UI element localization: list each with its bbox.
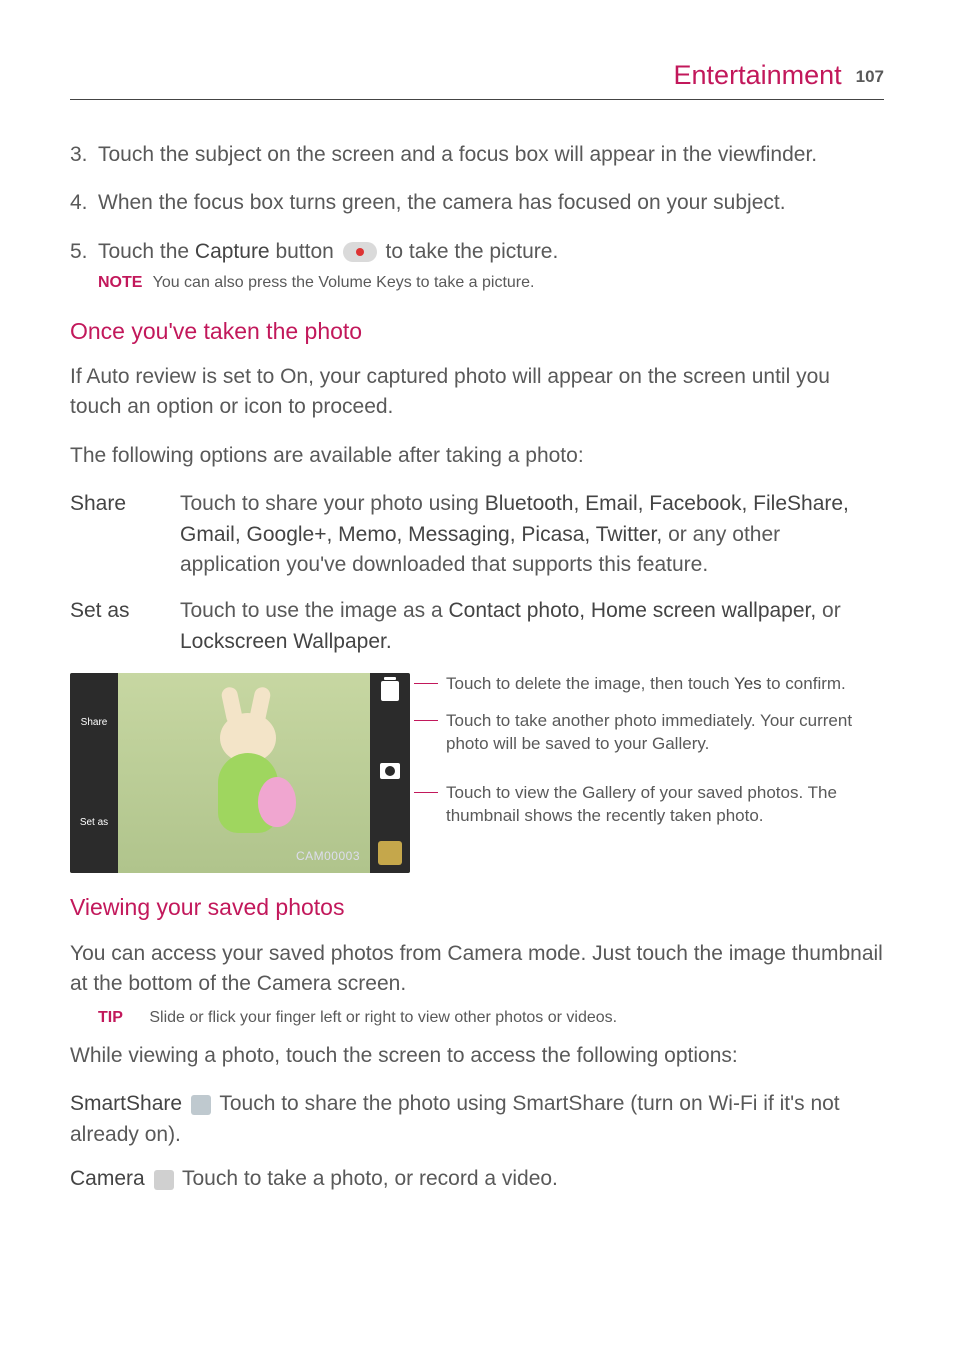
bold-text: Lockscreen Wallpaper. [180, 630, 392, 653]
section-heading: Once you've taken the photo [70, 315, 884, 348]
gallery-thumbnail-icon[interactable] [378, 841, 402, 865]
tip-text: Slide or flick your finger left or right… [149, 1009, 617, 1026]
feature-camera: Camera Touch to take a photo, or record … [70, 1164, 884, 1194]
definition-set-as: Set as Touch to use the image as a Conta… [70, 596, 884, 657]
tip: TIP Slide or flick your finger left or r… [98, 1006, 884, 1029]
note-text: You can also press the Volume Keys to ta… [153, 274, 535, 291]
feature-name: SmartShare [70, 1092, 188, 1115]
body: 3. Touch the subject on the screen and a… [70, 140, 884, 1195]
bold-text: Yes [734, 674, 762, 693]
preview-photo-subject [190, 691, 310, 861]
bold-text: Contact photo, Home screen wallpaper, [449, 599, 817, 622]
paragraph: You can access your saved photos from Ca… [70, 939, 884, 1000]
text-fragment: Touch to share your photo using [180, 492, 485, 515]
step-text: When the focus box turns green, the came… [98, 188, 884, 218]
note-label: NOTE [98, 274, 142, 291]
section-title: Entertainment [674, 60, 842, 91]
callouts: Touch to delete the image, then touch Ye… [410, 673, 884, 873]
feature-name: Camera [70, 1167, 151, 1190]
capture-label: Capture [195, 240, 270, 263]
preview-left-bar: Share Set as [70, 673, 118, 873]
callout-take-another: Touch to take another photo immediately.… [434, 710, 884, 756]
camera-icon[interactable] [380, 763, 400, 779]
text-fragment: Touch to delete the image, then touch [446, 674, 734, 693]
text-fragment: Touch to use the image as a [180, 599, 449, 622]
preview-right-bar [370, 673, 410, 873]
preview-setas-button[interactable]: Set as [80, 816, 108, 831]
page-number: 107 [856, 67, 884, 87]
camera-icon [154, 1170, 174, 1190]
note: NOTE You can also press the Volume Keys … [98, 271, 884, 294]
def-body: Touch to share your photo using Bluetoot… [180, 489, 884, 580]
smartshare-icon [191, 1095, 211, 1115]
def-term: Share [70, 489, 180, 580]
def-body: Touch to use the image as a Contact phot… [180, 596, 884, 657]
step-number: 3. [70, 140, 98, 170]
feature-smartshare: SmartShare Touch to share the photo usin… [70, 1089, 884, 1150]
camera-preview-screenshot: Share Set as CAM00003 [70, 673, 410, 873]
step-number: 4. [70, 188, 98, 218]
capture-button-icon [343, 242, 377, 262]
callout-delete: Touch to delete the image, then touch Ye… [434, 673, 884, 696]
step-text: Touch the Capture button to take the pic… [98, 237, 884, 267]
step-text: Touch the subject on the screen and a fo… [98, 140, 884, 170]
page: Entertainment 107 3. Touch the subject o… [0, 0, 954, 1269]
text-fragment: Touch the [98, 240, 195, 263]
definition-share: Share Touch to share your photo using Bl… [70, 489, 884, 580]
def-term: Set as [70, 596, 180, 657]
page-header: Entertainment 107 [70, 60, 884, 100]
paragraph: If Auto review is set to On, your captur… [70, 362, 884, 423]
step-number: 5. [70, 237, 98, 267]
text-fragment: or [816, 599, 841, 622]
figure-block: Share Set as CAM00003 Touch to delete th… [70, 673, 884, 873]
section-heading: Viewing your saved photos [70, 891, 884, 924]
step-3: 3. Touch the subject on the screen and a… [70, 140, 884, 170]
tip-label: TIP [98, 1009, 123, 1026]
text-fragment: to take the picture. [380, 240, 559, 263]
text-fragment: to confirm. [762, 674, 846, 693]
text-fragment: button [270, 240, 340, 263]
paragraph: The following options are available afte… [70, 441, 884, 471]
definition-list: Share Touch to share your photo using Bl… [70, 489, 884, 657]
callout-gallery: Touch to view the Gallery of your saved … [434, 782, 884, 828]
preview-share-button[interactable]: Share [81, 716, 108, 731]
preview-caption: CAM00003 [296, 848, 360, 865]
delete-icon[interactable] [381, 681, 399, 701]
step-5: 5. Touch the Capture button to take the … [70, 237, 884, 267]
step-4: 4. When the focus box turns green, the c… [70, 188, 884, 218]
paragraph: While viewing a photo, touch the screen … [70, 1041, 884, 1071]
feature-text: Touch to take a photo, or record a video… [177, 1167, 558, 1190]
